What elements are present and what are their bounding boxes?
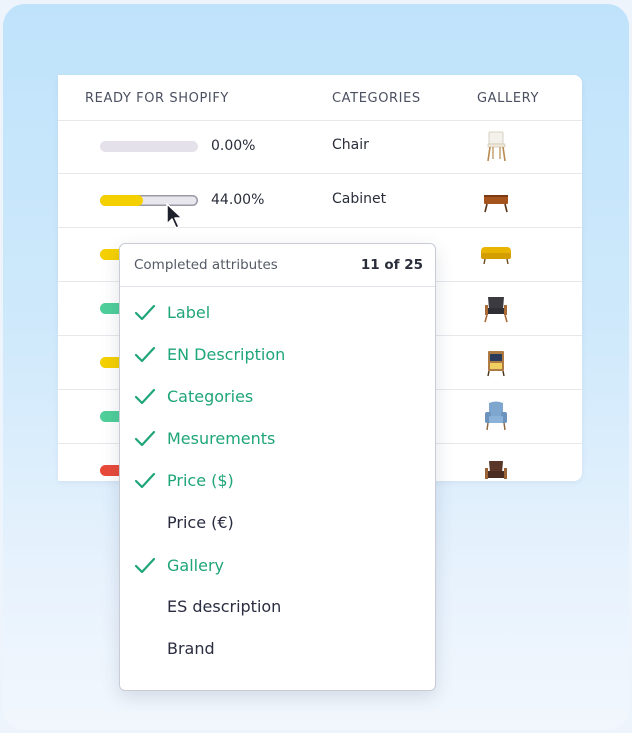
attribute-label: Price ($) (167, 471, 234, 490)
attribute-item: Brand (134, 637, 424, 661)
category-label: Cabinet (332, 191, 387, 207)
progress-percent: 44.00% (211, 192, 265, 208)
attribute-label: Label (167, 303, 211, 322)
attribute-item: ES description (134, 595, 424, 619)
category-label: Chair (332, 137, 369, 153)
attribute-label: Brand (167, 639, 215, 658)
attribute-item: Categories (134, 385, 424, 409)
attribute-item: Price ($) (134, 469, 424, 493)
check-icon (134, 388, 156, 405)
completed-count: 11 of 25 (360, 257, 423, 273)
sofa-icon (481, 247, 511, 265)
attribute-label: Gallery (167, 556, 224, 575)
progress-bar[interactable] (100, 141, 198, 152)
check-icon (134, 472, 156, 489)
background-frame: READY FOR SHOPIFY CATEGORIES GALLERY 0.0… (3, 4, 629, 730)
attribute-label: Price (€) (167, 513, 234, 532)
attribute-item: Price (€) (134, 511, 424, 535)
header-gallery: GALLERY (477, 91, 540, 106)
table-row[interactable]: 44.00% Cabinet (58, 174, 582, 228)
cabinet-icon (484, 195, 508, 213)
blue-armchair-icon (485, 401, 507, 431)
check-icon (134, 557, 156, 574)
attribute-item: Mesurements (134, 427, 424, 451)
header-categories: CATEGORIES (332, 91, 421, 106)
side-table-icon (487, 351, 505, 377)
armchair-icon (484, 297, 508, 323)
attribute-item: Label (134, 301, 424, 325)
progress-percent: 0.00% (211, 138, 256, 154)
table-header: READY FOR SHOPIFY CATEGORIES GALLERY (58, 75, 582, 121)
header-ready-for-shopify: READY FOR SHOPIFY (85, 91, 229, 106)
attribute-item: Gallery (134, 554, 424, 578)
table-row[interactable]: 0.00% Chair (58, 120, 582, 174)
mouse-pointer-icon (166, 203, 183, 229)
progress-fill (100, 195, 144, 206)
check-icon (134, 346, 156, 363)
check-icon (134, 430, 156, 447)
attribute-label: ES description (167, 597, 282, 616)
wood-armchair-icon (485, 461, 507, 479)
attribute-item: EN Description (134, 343, 424, 367)
check-icon (134, 304, 156, 321)
popover-header: Completed attributes 11 of 25 (120, 244, 435, 287)
completed-attributes-popover: Completed attributes 11 of 25 Label EN D… (119, 243, 436, 691)
chair-icon (487, 131, 506, 162)
attribute-label: Categories (167, 387, 254, 406)
attribute-label: EN Description (167, 345, 286, 364)
attribute-label: Mesurements (167, 429, 276, 448)
popover-title: Completed attributes (134, 257, 278, 273)
